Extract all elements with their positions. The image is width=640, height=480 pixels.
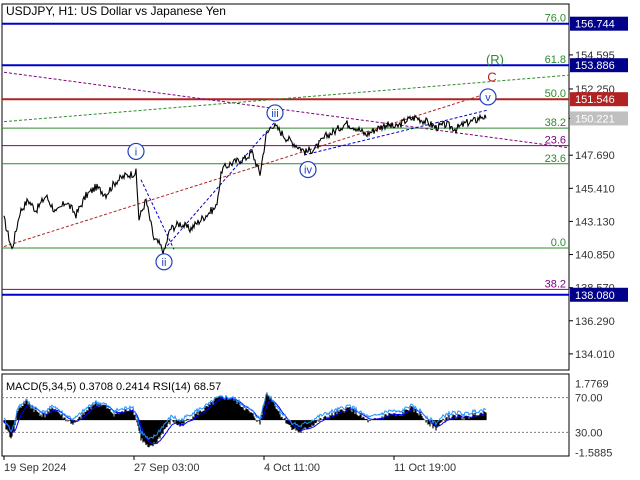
wave-label: v [485,92,491,104]
indicator-axis-tick-label: 30.00 [575,427,603,439]
wave-label: ii [162,257,167,269]
price-chart: 76.061.850.038.223.623.60.038.2iiiiiiivv… [0,0,640,480]
level-price-label: 151.546 [575,94,615,106]
time-axis-tick-label: 27 Sep 03:00 [134,462,199,474]
price-axis-tick-label: 143.130 [575,216,615,228]
fib-level-label: 23.6 [545,153,566,165]
fib-level-label: 38.2 [545,278,566,290]
current-price-label: 150.221 [575,113,615,125]
indicator-axis-tick-label: 70.00 [575,393,603,405]
time-axis-tick-label: 4 Oct 11:00 [264,462,320,474]
wave-label: C [487,70,496,85]
fib-level-label: 38.2 [545,117,566,129]
wave-label: iv [304,165,312,177]
wave-label: (R) [486,52,504,67]
timeframe: H1 [58,4,74,18]
wave-label: iii [271,108,278,120]
indicator-axis-tick-label: -1.5885 [575,448,612,460]
symbol-name: USDJPY [6,4,53,18]
price-axis-tick-label: 140.850 [575,250,615,262]
fib-level-label: 23.6 [545,135,566,147]
indicator-axis-tick-label: 1.7769 [575,379,609,391]
fib-level-label: 0.0 [551,237,566,249]
level-price-label: 138.080 [575,290,615,302]
level-price-label: 153.886 [575,60,615,72]
price-axis-tick-label: 147.690 [575,150,615,162]
header-separator: , [52,4,59,18]
price-axis-tick-label: 136.290 [575,316,615,328]
header-text: USDJPY, H1: US Dollar vs Japanese Yen [6,4,226,18]
price-axis-tick-label: 145.410 [575,183,615,195]
level-price-label: 156.744 [575,19,615,31]
time-axis-tick-label: 11 Oct 19:00 [394,462,456,474]
wave-label: i [135,146,137,158]
time-axis-tick-label: 19 Sep 2024 [4,462,66,474]
indicator-label: MACD(5,34,5) 0.3708 0.2414 RSI(14) 68.57 [6,381,221,393]
symbol-description: US Dollar vs Japanese Yen [80,4,225,18]
price-axis-tick-label: 134.010 [575,349,615,361]
header-separator-2: : [74,4,81,18]
